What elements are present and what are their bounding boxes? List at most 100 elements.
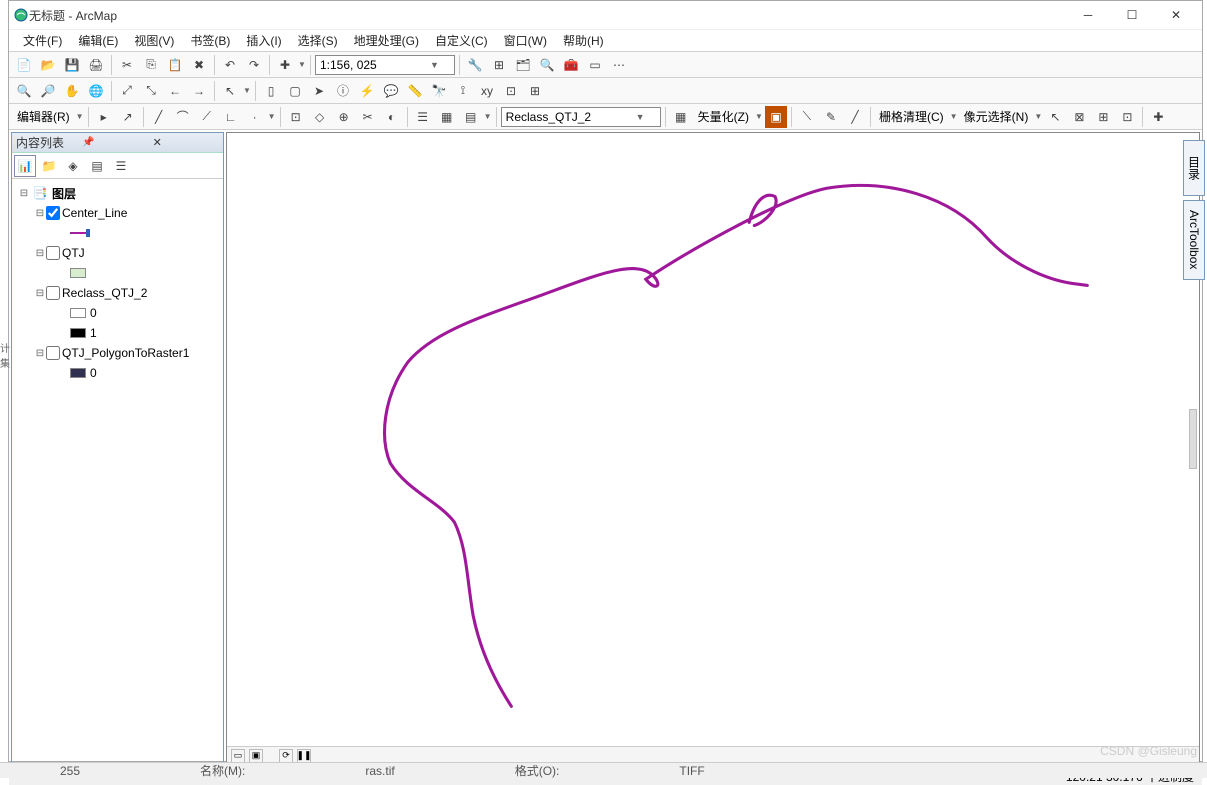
- add-data-icon[interactable]: ✚: [274, 54, 296, 76]
- symbol-center-line[interactable]: [16, 223, 219, 243]
- list-by-drawing-icon[interactable]: 📊: [14, 155, 36, 177]
- zoom-in-icon[interactable]: 🔍: [13, 80, 35, 102]
- edit-tool-icon[interactable]: ▸: [93, 106, 115, 128]
- menu-geoprocessing[interactable]: 地理处理(G): [346, 30, 427, 51]
- search-icon[interactable]: 🔍: [536, 54, 558, 76]
- cut-icon[interactable]: ✂: [116, 54, 138, 76]
- vectorize-target-combo[interactable]: ▼: [501, 107, 661, 127]
- vectorize-menu[interactable]: 矢量化(Z): [694, 108, 753, 125]
- raster-cleanup-menu[interactable]: 栅格清理(C): [875, 108, 948, 125]
- pause-icon[interactable]: ❚❚: [297, 749, 311, 763]
- symbol-qtj[interactable]: [16, 263, 219, 283]
- fixed-zoomin-icon[interactable]: ⤢: [116, 80, 138, 102]
- hyperlink-icon[interactable]: ⚡: [356, 80, 378, 102]
- menu-bookmarks[interactable]: 书签(B): [182, 30, 238, 51]
- symbol-reclass-1[interactable]: 1: [16, 323, 219, 343]
- pointer-icon[interactable]: ➤: [308, 80, 330, 102]
- editor-tool-icon[interactable]: 🔧: [464, 54, 486, 76]
- list-by-source-icon[interactable]: 📁: [38, 155, 60, 177]
- attributes-icon[interactable]: ☰: [412, 106, 434, 128]
- trace-icon[interactable]: ⟋: [196, 106, 218, 128]
- menu-file[interactable]: 文件(F): [15, 30, 70, 51]
- vectorize-target-field[interactable]: [506, 110, 636, 124]
- measure-icon[interactable]: 📏: [404, 80, 426, 102]
- menu-window[interactable]: 窗口(W): [496, 30, 555, 51]
- right-angle-icon[interactable]: ∟: [220, 106, 242, 128]
- symbol-reclass-0[interactable]: 0: [16, 303, 219, 323]
- maximize-button[interactable]: ☐: [1110, 1, 1154, 29]
- select-cells-icon[interactable]: ↖: [1044, 106, 1066, 128]
- forward-icon[interactable]: →: [188, 80, 210, 102]
- raster-painting-icon[interactable]: ⊡: [1116, 106, 1138, 128]
- select-connected-icon[interactable]: ⊠: [1068, 106, 1090, 128]
- html-popup-icon[interactable]: 💬: [380, 80, 402, 102]
- layer-polytoraster-checkbox[interactable]: [46, 346, 60, 360]
- cell-selection-menu[interactable]: 像元选择(N): [960, 108, 1033, 125]
- time-slider-icon[interactable]: ⊡: [500, 80, 522, 102]
- create-viewer-icon[interactable]: ⊞: [524, 80, 546, 102]
- layer-qtj[interactable]: ⊟ QTJ: [16, 243, 219, 263]
- catalog-tab[interactable]: 目录: [1183, 140, 1205, 196]
- point-icon[interactable]: ⊡: [285, 106, 307, 128]
- data-view-tab[interactable]: ▭: [231, 749, 245, 763]
- straight-segment-icon[interactable]: ╱: [148, 106, 170, 128]
- reshape-icon[interactable]: ⊕: [333, 106, 355, 128]
- split-icon[interactable]: ◐: [381, 106, 403, 128]
- select-features-icon[interactable]: ▯: [260, 80, 282, 102]
- open-icon[interactable]: 📂: [37, 54, 59, 76]
- model-builder-icon[interactable]: ⋯: [608, 54, 630, 76]
- python-icon[interactable]: ▭: [584, 54, 606, 76]
- layer-reclass[interactable]: ⊟ Reclass_QTJ_2: [16, 283, 219, 303]
- back-icon[interactable]: ←: [164, 80, 186, 102]
- midpoint-icon[interactable]: ·: [244, 106, 266, 128]
- clear-selection-icon[interactable]: ▢: [284, 80, 306, 102]
- menu-view[interactable]: 视图(V): [126, 30, 182, 51]
- undo-icon[interactable]: ↶: [219, 54, 241, 76]
- tree-root[interactable]: ⊟ 📑 图层: [16, 183, 219, 203]
- toolbox-icon[interactable]: 🧰: [560, 54, 582, 76]
- create-features-icon[interactable]: ▤: [460, 106, 482, 128]
- toc-close-icon[interactable]: ✕: [149, 136, 219, 149]
- layer-reclass-checkbox[interactable]: [46, 286, 60, 300]
- new-icon[interactable]: 📄: [13, 54, 35, 76]
- shape-recognition-icon[interactable]: ✎: [820, 106, 842, 128]
- edit-annotation-icon[interactable]: ↗: [117, 106, 139, 128]
- options-icon[interactable]: ✚: [1147, 106, 1169, 128]
- print-icon[interactable]: 🖨: [85, 54, 107, 76]
- layer-polytoraster[interactable]: ⊟ QTJ_PolygonToRaster1: [16, 343, 219, 363]
- menu-insert[interactable]: 插入(I): [238, 30, 289, 51]
- menu-customize[interactable]: 自定义(C): [427, 30, 496, 51]
- arc-segment-icon[interactable]: ⌒: [172, 106, 194, 128]
- menu-help[interactable]: 帮助(H): [555, 30, 612, 51]
- map-scrollbar[interactable]: [1189, 409, 1197, 469]
- refresh-icon[interactable]: ⟳: [279, 749, 293, 763]
- pan-icon[interactable]: ✋: [61, 80, 83, 102]
- copy-icon[interactable]: ⎘: [140, 54, 162, 76]
- full-extent-icon[interactable]: 🌐: [85, 80, 107, 102]
- raster-line-icon[interactable]: ╱: [844, 106, 866, 128]
- sketch-properties-icon[interactable]: ▦: [436, 106, 458, 128]
- symbol-polytoraster-0[interactable]: 0: [16, 363, 219, 383]
- goto-xy-icon[interactable]: xy: [476, 80, 498, 102]
- list-by-visibility-icon[interactable]: ◈: [62, 155, 84, 177]
- delete-icon[interactable]: ✖: [188, 54, 210, 76]
- arctoolbox-tab[interactable]: ArcToolbox: [1183, 200, 1205, 280]
- toc-pin-icon[interactable]: 📌: [78, 137, 148, 148]
- map-view[interactable]: ▭ ▣ ⟳ ❚❚: [226, 132, 1200, 765]
- menu-edit[interactable]: 编辑(E): [70, 30, 126, 51]
- fixed-zoomout-icon[interactable]: ⤡: [140, 80, 162, 102]
- layer-qtj-checkbox[interactable]: [46, 246, 60, 260]
- identify-icon[interactable]: ⓘ: [332, 80, 354, 102]
- cut-polygon-icon[interactable]: ✂: [357, 106, 379, 128]
- options-toc-icon[interactable]: ☰: [110, 155, 132, 177]
- trace-centerline-icon[interactable]: ⟍: [796, 106, 818, 128]
- layout-view-tab[interactable]: ▣: [249, 749, 263, 763]
- paste-icon[interactable]: 📋: [164, 54, 186, 76]
- find-icon[interactable]: 🔭: [428, 80, 450, 102]
- layer-center-line-checkbox[interactable]: [46, 206, 60, 220]
- editor-menu[interactable]: 编辑器(R): [13, 108, 74, 125]
- scale-field[interactable]: [320, 58, 430, 72]
- minimize-button[interactable]: ─: [1066, 1, 1110, 29]
- save-icon[interactable]: 💾: [61, 54, 83, 76]
- catalog-icon[interactable]: 🗂: [512, 54, 534, 76]
